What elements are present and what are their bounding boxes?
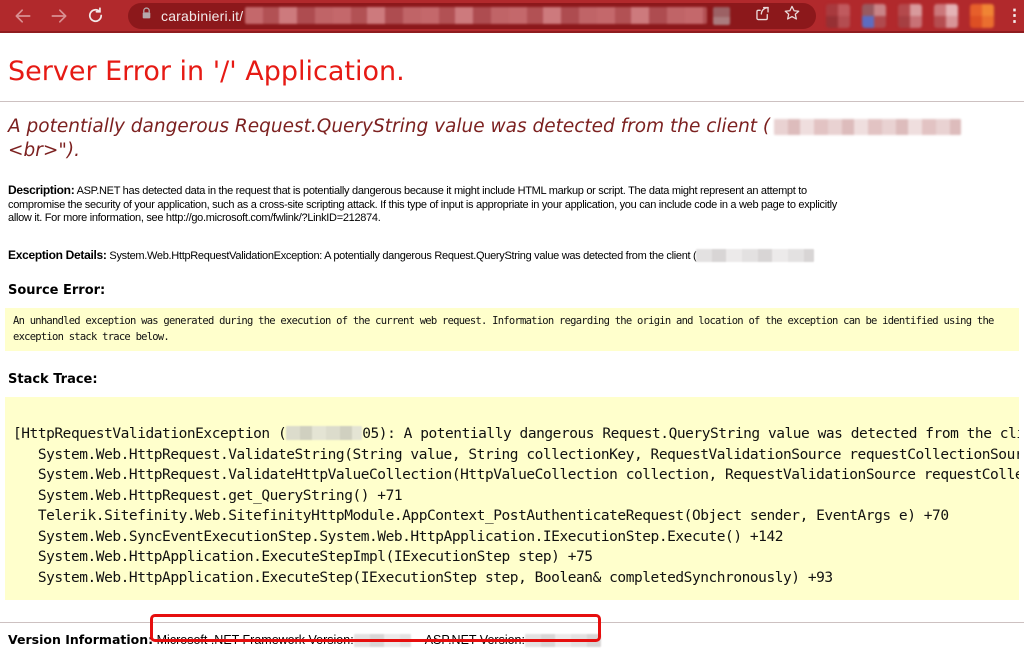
exception-details-text: System.Web.HttpRequestValidationExceptio… [109,250,696,262]
stack-trace-text: [HttpRequestValidationException ( 05): A … [5,397,1019,600]
bookmark-button[interactable] [780,4,804,28]
error-subtitle-line1: A potentially dangerous Request.QueryStr… [8,116,770,137]
star-icon [783,4,801,27]
description-label: Description: [8,183,74,197]
reload-icon [86,6,105,25]
redacted-url-path [245,7,707,24]
extension-icon-4[interactable] [934,4,958,28]
description-paragraph: Description: ASP.NET has detected data i… [8,184,1016,226]
exception-details-paragraph: Exception Details: System.Web.HttpReques… [8,249,1016,264]
divider-bottom [0,622,1024,623]
back-button[interactable] [12,5,34,27]
redacted-query-value [774,119,961,135]
stack-trace-label: Stack Trace: [8,372,1016,387]
error-page: Server Error in '/' Application. A poten… [0,56,1024,648]
forward-button[interactable] [48,5,70,27]
redacted-url-badge [713,7,730,25]
aspnet-version-text: ASP.NET Version: [425,633,525,647]
divider-top [0,101,1024,102]
source-error-box: An unhandled exception was generated dur… [5,308,1019,351]
browser-menu-button[interactable]: ⋮ [1006,8,1022,24]
reload-button[interactable] [84,5,106,27]
share-button[interactable] [750,4,774,28]
stack-line1-prefix: [HttpRequestValidationException ( [13,426,286,442]
redacted-aspnet-version [525,634,601,647]
redacted-exception-code [286,426,362,440]
redacted-exception-value [696,249,814,262]
stack-trace-box: [HttpRequestValidationException ( 05): A … [5,397,1019,600]
exception-details-label: Exception Details: [8,248,107,262]
lock-icon[interactable] [140,6,153,26]
version-label: Version Information: [8,632,153,647]
framework-version-text: Microsoft .NET Framework Version: [157,633,354,647]
error-subtitle-line2: <br>"). [8,139,1016,163]
version-information: Version Information: Microsoft .NET Fram… [8,632,1016,648]
extension-icon-5[interactable] [970,4,994,28]
extension-icon-1[interactable] [826,4,850,28]
description-text: ASP.NET has detected data in the request… [8,185,837,224]
forward-arrow-icon [49,6,69,26]
share-icon [753,4,772,28]
error-subtitle: A potentially dangerous Request.QueryStr… [8,115,1016,163]
extension-icon-2[interactable] [862,4,886,28]
kebab-icon: ⋮ [1006,6,1023,25]
stack-line1-rest: 05): A potentially dangerous Request.Que… [362,426,1019,442]
extensions-area [826,4,994,28]
page-title: Server Error in '/' Application. [8,56,1016,87]
browser-toolbar: carabinieri.it/ ⋮ [0,0,1024,33]
stack-trace-lines: System.Web.HttpRequest.ValidateString(St… [13,445,1019,589]
source-error-text: An unhandled exception was generated dur… [5,308,1019,351]
redacted-framework-version [354,634,411,647]
url-domain-text: carabinieri.it/ [161,8,243,24]
source-error-label: Source Error: [8,283,1016,298]
address-bar[interactable]: carabinieri.it/ [128,3,816,29]
back-arrow-icon [13,6,33,26]
extension-icon-3[interactable] [898,4,922,28]
